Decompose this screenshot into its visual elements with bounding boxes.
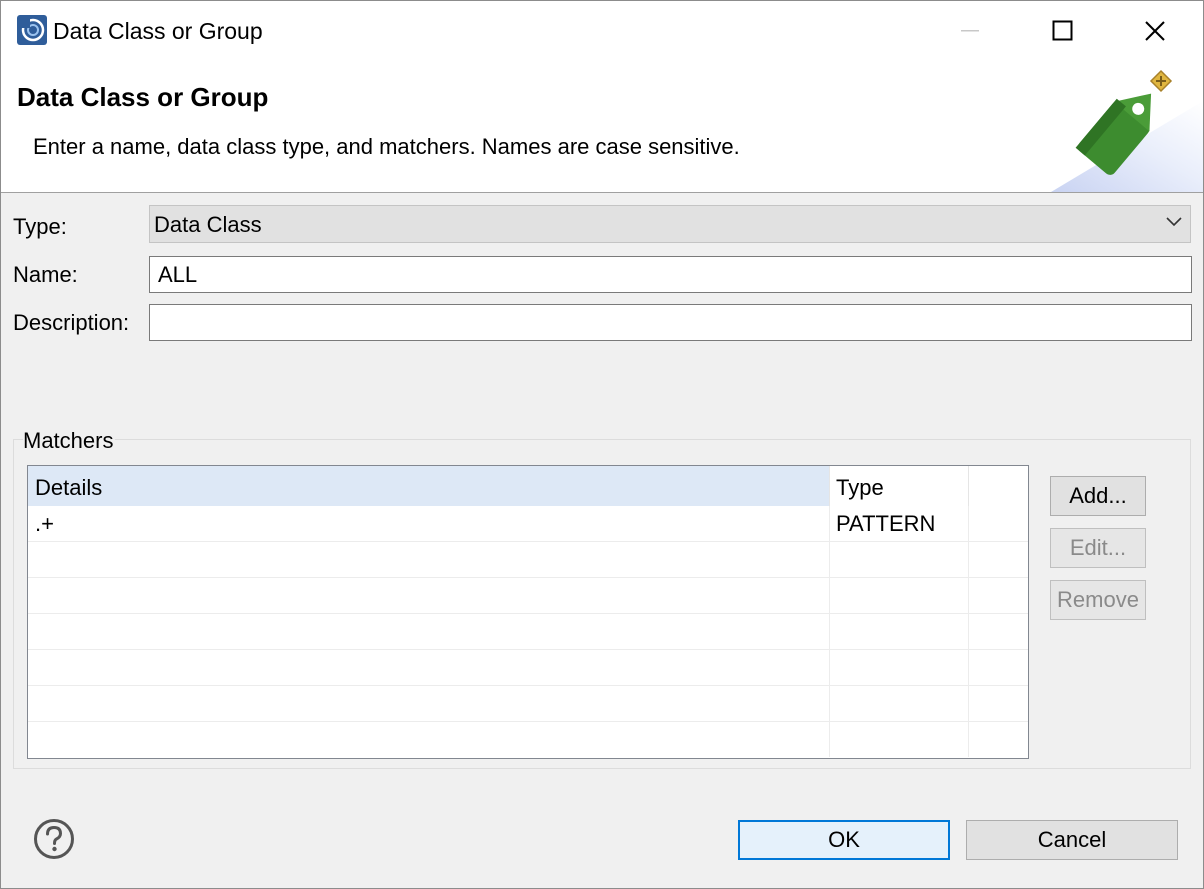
empty-cell [28,578,829,613]
empty-cell [829,542,969,577]
empty-cell [28,542,829,577]
empty-row [28,578,1028,614]
table-row[interactable]: .+ PATTERN [28,506,1028,542]
maximize-button[interactable] [1017,1,1109,61]
green-tag-icon [1051,69,1203,192]
matchers-table[interactable]: Details Type .+ PATTERN [27,465,1029,759]
empty-row [28,542,1028,578]
dialog-header: Data Class or Group Enter a name, data c… [1,61,1203,193]
type-label: Type: [13,214,67,239]
title-bar[interactable]: Data Class or Group [1,1,1203,61]
empty-cell [829,686,969,721]
header-title: Data Class or Group [17,82,269,112]
minimize-icon [961,30,979,32]
empty-cell [28,650,829,685]
type-combobox[interactable]: Data Class [149,205,1191,243]
empty-row [28,650,1028,686]
close-icon [1145,21,1165,41]
type-value: Data Class [154,212,262,237]
window-title: Data Class or Group [53,18,263,44]
empty-cell [829,722,969,757]
empty-row [28,722,1028,758]
column-header-type[interactable]: Type [829,466,969,506]
empty-row [28,686,1028,722]
table-header: Details Type [28,466,1028,506]
chevron-down-icon [1166,217,1182,227]
minimize-button[interactable] [925,1,1017,61]
empty-cell [829,578,969,613]
cancel-button[interactable]: Cancel [966,820,1178,860]
edit-matcher-button[interactable]: Edit... [1050,528,1146,568]
dialog-window: Data Class or Group Data Class or Group … [0,0,1204,889]
description-label: Description: [13,310,130,335]
maximize-icon [1052,20,1073,41]
close-button[interactable] [1109,1,1201,61]
empty-cell [28,686,829,721]
empty-cell [28,722,829,757]
remove-matcher-button[interactable]: Remove [1050,580,1146,620]
matchers-group-title: Matchers [23,427,116,455]
cell-type: PATTERN [829,506,969,541]
add-matcher-button[interactable]: Add... [1050,476,1146,516]
help-icon[interactable] [33,818,75,860]
description-field[interactable] [149,304,1192,341]
empty-cell [829,650,969,685]
empty-row [28,614,1028,650]
ok-button[interactable]: OK [738,820,950,860]
app-icon [17,15,47,45]
column-header-details[interactable]: Details [28,466,829,506]
empty-cell [829,614,969,649]
name-label: Name: [13,262,78,287]
cell-details: .+ [35,511,54,536]
header-message: Enter a name, data class type, and match… [33,134,740,159]
empty-cell [28,614,829,649]
name-field[interactable] [149,256,1192,293]
